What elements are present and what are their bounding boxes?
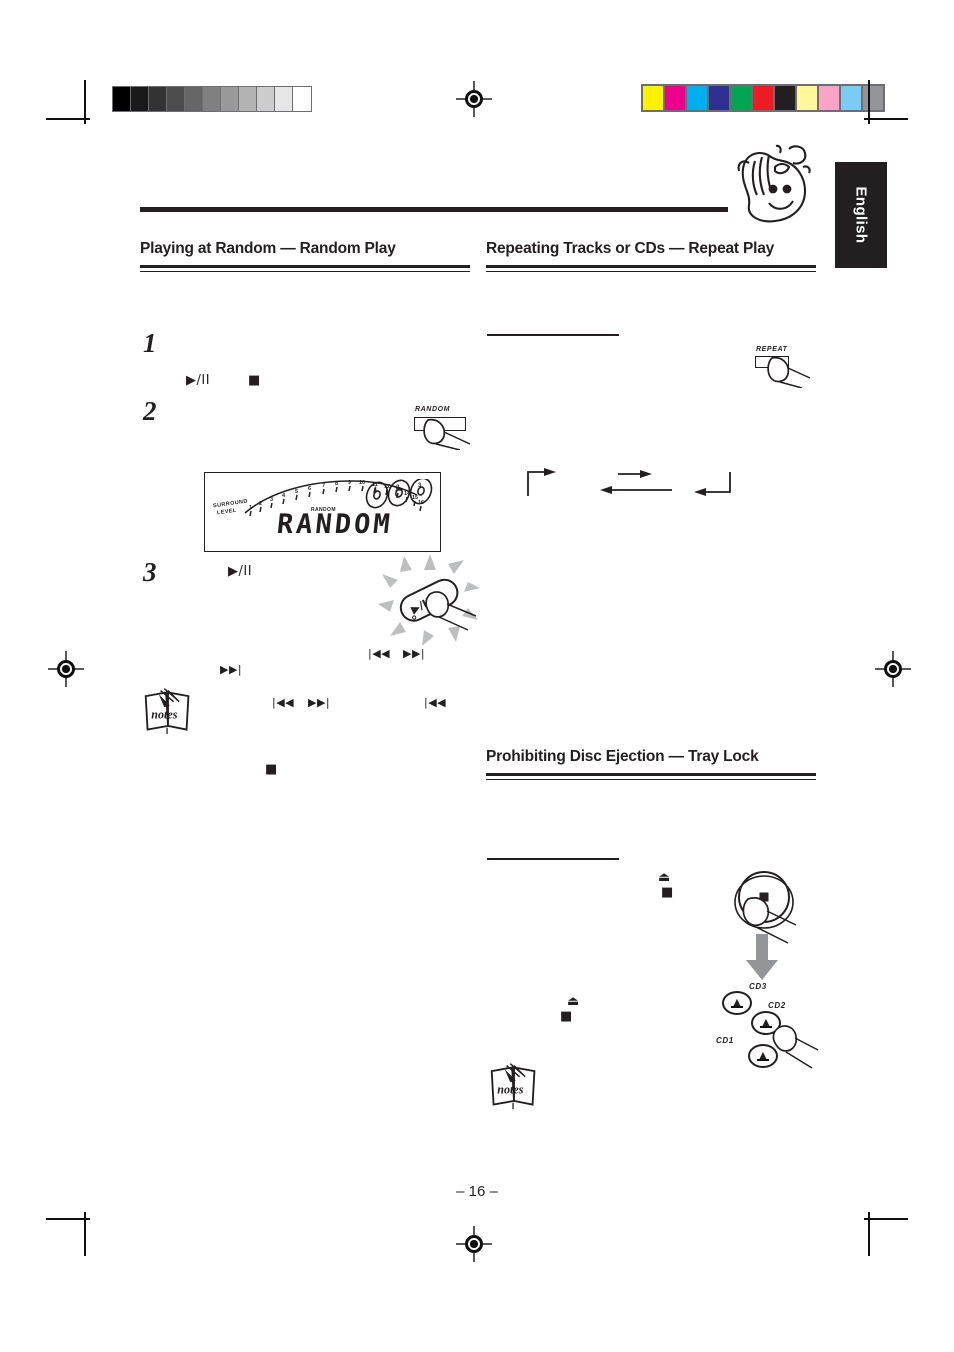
svg-text:9: 9	[348, 480, 351, 486]
color-calibration-bar	[641, 84, 885, 112]
language-tab: English	[835, 162, 887, 268]
section-title-tray-lock: Prohibiting Disc Ejection — Tray Lock	[486, 748, 759, 765]
step1-stop-glyph: ■	[248, 373, 261, 388]
step-number-2: 2	[143, 396, 157, 426]
stop-glyph: ■	[661, 885, 674, 900]
section-repeat-play: Repeating Tracks or CDs — Repeat Play	[486, 240, 816, 272]
step-number-3: 3	[143, 557, 157, 587]
registration-mark-right	[875, 651, 911, 687]
section-title-repeat-play: Repeating Tracks or CDs — Repeat Play	[486, 240, 775, 257]
down-arrow-icon	[746, 934, 778, 980]
step3-play-pause-glyph: ▶/II	[228, 564, 253, 579]
crop-mark	[46, 118, 90, 120]
stop-glyph: ■	[560, 1009, 573, 1024]
disc-label-3: 3	[418, 483, 422, 489]
svg-text:5: 5	[295, 489, 298, 495]
crop-mark	[46, 1218, 90, 1220]
svg-text:4: 4	[282, 493, 286, 499]
cd1-eject-label: CD1	[716, 1036, 734, 1045]
subsection-rule	[487, 858, 619, 861]
skip-forward-glyph: ▶▶|	[308, 696, 331, 709]
svg-text:8: 8	[335, 481, 338, 487]
svg-text:1: 1	[249, 505, 252, 511]
repeat-cycle-diagram	[527, 468, 731, 496]
registration-mark-left	[48, 651, 84, 687]
header-rule	[140, 207, 728, 212]
manual-page: English Playing at Random — Random Play …	[0, 0, 954, 1352]
notes-icon: notes	[144, 688, 190, 734]
disc-label-2: 2	[396, 485, 400, 491]
svg-text:3: 3	[270, 497, 273, 503]
svg-text:6: 6	[308, 486, 311, 492]
harp-mascot-icon	[737, 144, 811, 223]
cd3-eject-button[interactable]: ▲	[722, 991, 752, 1015]
page-number: – 16 –	[456, 1183, 498, 1200]
eject-glyph: ⏏	[567, 994, 580, 1009]
notes-label: notes	[497, 1082, 523, 1096]
eject-glyph: ⏏	[658, 870, 671, 885]
skip-forward-glyph: ▶▶|	[403, 647, 426, 660]
section-random-play: Playing at Random — Random Play	[140, 240, 470, 272]
skip-back-glyph: |◀◀	[424, 696, 447, 709]
disc-label-1: 1	[374, 487, 378, 493]
section-tray-lock: Prohibiting Disc Ejection — Tray Lock	[486, 748, 816, 780]
lcd-random-text: RANDOM	[275, 509, 395, 540]
notes-label: notes	[151, 707, 177, 721]
section-rule-thin	[486, 778, 816, 780]
cd2-eject-label: CD2	[768, 1001, 786, 1010]
display-label-level: LEVEL	[216, 507, 238, 517]
section-rule	[486, 265, 816, 268]
registration-mark-top	[456, 81, 492, 117]
stop-glyph: ■	[265, 762, 278, 777]
disc-indicators: 1 2 3	[365, 479, 433, 509]
notes-icon: notes	[490, 1063, 536, 1109]
svg-text:7: 7	[322, 483, 325, 489]
section-rule-thin	[486, 270, 816, 272]
pointing-finger-icon	[425, 591, 477, 631]
pointing-finger-icon	[767, 356, 811, 388]
step-number-1: 1	[143, 328, 157, 358]
language-tab-label: English	[852, 186, 870, 244]
subsection-rule	[487, 334, 619, 337]
repeat-button-label: REPEAT	[756, 346, 788, 353]
skip-back-glyph: |◀◀	[272, 696, 295, 709]
pointing-finger-icon	[772, 1025, 819, 1069]
crop-mark	[864, 1218, 908, 1220]
pointing-finger-icon	[423, 418, 471, 450]
random-button-label: RANDOM	[415, 406, 451, 413]
display-panel: SURROUND LEVEL RANDOM 123 456 789 10 11 12…	[204, 472, 441, 552]
greyscale-calibration-bar	[112, 86, 312, 112]
cd3-eject-label: CD3	[749, 982, 767, 991]
arrow-corner-left	[702, 472, 731, 493]
svg-text:2: 2	[259, 501, 262, 507]
section-rule-thin	[140, 270, 470, 272]
eject-underline	[731, 1006, 743, 1008]
section-title-random-play: Playing at Random — Random Play	[140, 240, 396, 257]
step1-play-pause-glyph: ▶/II	[186, 373, 211, 388]
crop-mark	[864, 118, 908, 120]
skip-back-glyph: |◀◀	[368, 647, 391, 660]
registration-mark-bottom	[456, 1226, 492, 1262]
section-rule	[140, 265, 470, 268]
skip-forward-glyph: ▶▶|	[220, 663, 243, 676]
section-rule	[486, 773, 816, 776]
